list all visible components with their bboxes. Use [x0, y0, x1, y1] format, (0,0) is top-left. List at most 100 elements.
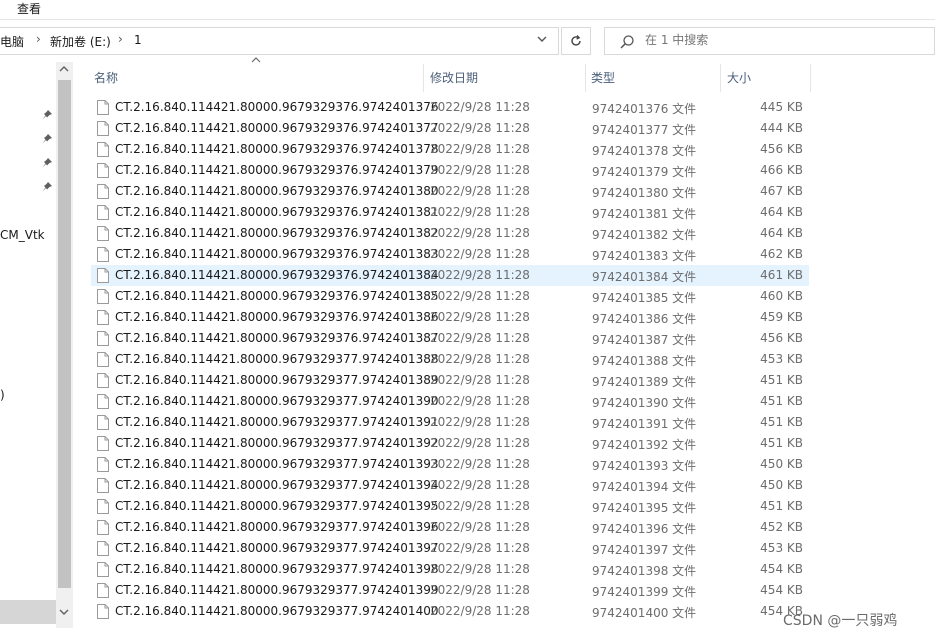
tab-view[interactable]: 查看 — [17, 0, 41, 17]
file-size: 456 KB — [760, 331, 803, 345]
file-row[interactable]: CT.2.16.840.114421.80000.9679329377.9742… — [91, 601, 809, 622]
file-name: CT.2.16.840.114421.80000.9679329376.9742… — [115, 310, 439, 324]
nav-scrollbar[interactable] — [56, 62, 73, 628]
file-icon — [97, 163, 109, 178]
file-icon — [97, 268, 109, 283]
chevron-down-icon[interactable] — [536, 33, 548, 48]
file-name: CT.2.16.840.114421.80000.9679329377.9742… — [115, 415, 439, 429]
file-row[interactable]: CT.2.16.840.114421.80000.9679329376.9742… — [91, 286, 809, 307]
pin-icon[interactable] — [41, 109, 53, 121]
file-row[interactable]: CT.2.16.840.114421.80000.9679329377.9742… — [91, 517, 809, 538]
file-name: CT.2.16.840.114421.80000.9679329376.9742… — [115, 226, 439, 240]
file-icon — [97, 415, 109, 430]
file-type: 9742401393 文件 — [592, 459, 697, 473]
file-date-modified: 2022/9/28 11:28 — [430, 583, 530, 597]
pin-icon[interactable] — [41, 157, 53, 169]
nav-item-partial[interactable]: ) — [0, 388, 5, 402]
scroll-up-icon[interactable] — [59, 65, 69, 76]
file-icon — [97, 121, 109, 136]
file-type: 9742401400 文件 — [592, 606, 697, 620]
file-name: CT.2.16.840.114421.80000.9679329377.9742… — [115, 520, 439, 534]
file-icon — [97, 478, 109, 493]
file-row[interactable]: CT.2.16.840.114421.80000.9679329376.9742… — [91, 118, 809, 139]
file-size: 451 KB — [760, 499, 803, 513]
breadcrumb-drive[interactable]: 新加卷 (E:) — [50, 33, 111, 50]
file-name: CT.2.16.840.114421.80000.9679329376.9742… — [115, 205, 439, 219]
file-icon — [97, 520, 109, 535]
watermark-text: CSDN @一只弱鸡 — [783, 613, 898, 629]
scrollbar-thumb[interactable] — [58, 80, 71, 588]
pin-icon[interactable] — [41, 133, 53, 145]
file-type: 9742401389 文件 — [592, 375, 697, 389]
file-name: CT.2.16.840.114421.80000.9679329377.9742… — [115, 583, 439, 597]
file-type: 9742401388 文件 — [592, 354, 697, 368]
file-row[interactable]: CT.2.16.840.114421.80000.9679329377.9742… — [91, 454, 809, 475]
file-list: 名称 修改日期 类型 大小 CT.2.16.840.114421.80000.9… — [74, 57, 935, 638]
file-row[interactable]: CT.2.16.840.114421.80000.9679329376.9742… — [91, 181, 809, 202]
file-row[interactable]: CT.2.16.840.114421.80000.9679329376.9742… — [91, 265, 809, 286]
file-name: CT.2.16.840.114421.80000.9679329376.9742… — [115, 163, 439, 177]
column-header-size[interactable]: 大小 — [727, 69, 751, 86]
refresh-button[interactable] — [561, 27, 591, 55]
breadcrumb-separator-icon[interactable]: › — [36, 32, 41, 46]
file-row[interactable]: CT.2.16.840.114421.80000.9679329376.9742… — [91, 328, 809, 349]
file-date-modified: 2022/9/28 11:28 — [430, 226, 530, 240]
search-input[interactable] — [645, 33, 925, 47]
file-icon — [97, 205, 109, 220]
breadcrumb-folder[interactable]: 1 — [134, 33, 142, 47]
file-icon — [97, 310, 109, 325]
file-type: 9742401382 文件 — [592, 228, 697, 242]
file-type: 9742401377 文件 — [592, 123, 697, 137]
pin-icon[interactable] — [41, 181, 53, 193]
file-row[interactable]: CT.2.16.840.114421.80000.9679329376.9742… — [91, 307, 809, 328]
file-type: 9742401384 文件 — [592, 270, 697, 284]
file-size: 451 KB — [760, 436, 803, 450]
column-divider[interactable] — [585, 64, 586, 92]
file-type: 9742401386 文件 — [592, 312, 697, 326]
column-divider[interactable] — [720, 64, 721, 92]
file-row[interactable]: CT.2.16.840.114421.80000.9679329377.9742… — [91, 349, 809, 370]
file-date-modified: 2022/9/28 11:28 — [430, 121, 530, 135]
file-row[interactable]: CT.2.16.840.114421.80000.9679329377.9742… — [91, 496, 809, 517]
file-row[interactable]: CT.2.16.840.114421.80000.9679329376.9742… — [91, 160, 809, 181]
file-size: 466 KB — [760, 163, 803, 177]
breadcrumb-separator-icon[interactable]: › — [118, 32, 123, 46]
address-bar[interactable]: 电脑 › 新加卷 (E:) › 1 — [0, 27, 559, 55]
file-icon — [97, 373, 109, 388]
nav-horizontal-scrollbar[interactable] — [0, 600, 56, 624]
file-row[interactable]: CT.2.16.840.114421.80000.9679329377.9742… — [91, 475, 809, 496]
breadcrumb-this-pc[interactable]: 电脑 — [0, 33, 24, 50]
file-row[interactable]: CT.2.16.840.114421.80000.9679329377.9742… — [91, 370, 809, 391]
column-header-type[interactable]: 类型 — [591, 69, 615, 86]
nav-item-cm-vtk[interactable]: CM_Vtk — [0, 228, 45, 242]
file-name: CT.2.16.840.114421.80000.9679329376.9742… — [115, 142, 439, 156]
column-divider[interactable] — [423, 64, 424, 92]
scroll-down-icon[interactable] — [59, 608, 69, 619]
column-header-date[interactable]: 修改日期 — [430, 69, 478, 86]
file-date-modified: 2022/9/28 11:28 — [430, 247, 530, 261]
file-icon — [97, 142, 109, 157]
file-row[interactable]: CT.2.16.840.114421.80000.9679329377.9742… — [91, 538, 809, 559]
file-row[interactable]: CT.2.16.840.114421.80000.9679329377.9742… — [91, 559, 809, 580]
file-row[interactable]: CT.2.16.840.114421.80000.9679329376.9742… — [91, 97, 809, 118]
file-row[interactable]: CT.2.16.840.114421.80000.9679329377.9742… — [91, 580, 809, 601]
file-row[interactable]: CT.2.16.840.114421.80000.9679329377.9742… — [91, 412, 809, 433]
file-icon — [97, 541, 109, 556]
column-divider[interactable] — [810, 64, 811, 92]
file-date-modified: 2022/9/28 11:28 — [430, 268, 530, 282]
file-name: CT.2.16.840.114421.80000.9679329377.9742… — [115, 436, 439, 450]
file-row[interactable]: CT.2.16.840.114421.80000.9679329376.9742… — [91, 139, 809, 160]
file-date-modified: 2022/9/28 11:28 — [430, 478, 530, 492]
file-date-modified: 2022/9/28 11:28 — [430, 394, 530, 408]
file-row[interactable]: CT.2.16.840.114421.80000.9679329376.9742… — [91, 202, 809, 223]
file-row[interactable]: CT.2.16.840.114421.80000.9679329377.9742… — [91, 433, 809, 454]
file-icon — [97, 247, 109, 262]
column-header-name[interactable]: 名称 — [94, 69, 118, 86]
file-size: 450 KB — [760, 478, 803, 492]
file-date-modified: 2022/9/28 11:28 — [430, 184, 530, 198]
file-row[interactable]: CT.2.16.840.114421.80000.9679329377.9742… — [91, 391, 809, 412]
file-row[interactable]: CT.2.16.840.114421.80000.9679329376.9742… — [91, 244, 809, 265]
search-box[interactable] — [604, 27, 935, 55]
file-name: CT.2.16.840.114421.80000.9679329376.9742… — [115, 289, 439, 303]
file-row[interactable]: CT.2.16.840.114421.80000.9679329376.9742… — [91, 223, 809, 244]
